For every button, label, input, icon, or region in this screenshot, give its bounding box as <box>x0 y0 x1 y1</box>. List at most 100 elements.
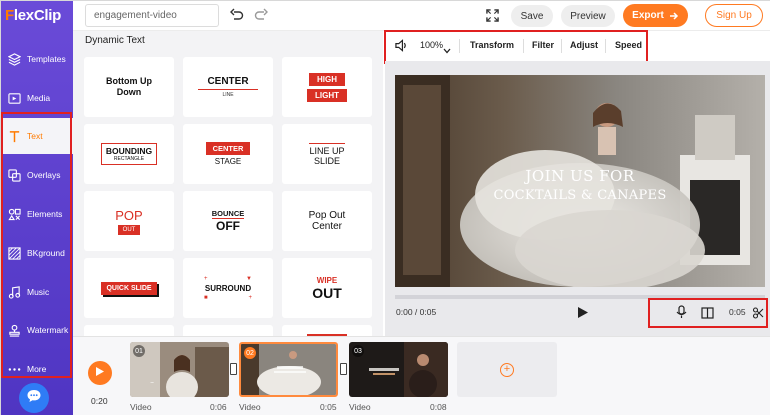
microphone-icon[interactable] <box>676 305 687 324</box>
sidebar-item-more[interactable]: More <box>1 351 73 387</box>
chevron-down-icon <box>443 41 451 59</box>
filter-button[interactable]: Filter <box>532 40 554 50</box>
text-template-card[interactable]: Bottom Up Down <box>84 57 174 117</box>
clip-number: 02 <box>244 347 256 359</box>
zoom-select[interactable]: 100% <box>420 40 443 50</box>
export-button[interactable]: Export <box>623 4 688 27</box>
card-line2: OUT <box>312 284 342 301</box>
clip-length: 0:05 <box>729 307 746 317</box>
transition-icon[interactable] <box>340 363 347 375</box>
fullscreen-icon[interactable] <box>484 7 500 23</box>
timeline-clip[interactable]: ~ 01 <box>130 342 229 397</box>
sidebar-item-overlays[interactable]: Overlays <box>1 157 73 193</box>
surround-decor-top: + ▼ <box>204 275 252 282</box>
text-template-card[interactable]: HIGH LIGHT <box>282 57 372 117</box>
layers-icon <box>7 52 21 66</box>
clip-number: 03 <box>352 345 364 357</box>
sidebar-item-bkground[interactable]: BKground <box>1 235 73 271</box>
volume-icon[interactable] <box>395 39 408 57</box>
card-line1: QUICK SLIDE <box>101 281 157 295</box>
timeline-clip[interactable]: 03 <box>349 342 448 397</box>
card-line1: Pop Out <box>308 210 346 221</box>
text-template-card[interactable]: BOUNCE OFF <box>183 191 273 251</box>
timeline-play-button[interactable] <box>88 361 112 385</box>
card-line2: LIGHT <box>307 88 347 102</box>
panel-title: Dynamic Text <box>85 35 145 46</box>
toolbar-divider <box>523 39 524 53</box>
sidebar-item-media[interactable]: Media <box>1 80 73 116</box>
sidebar-item-templates[interactable]: Templates <box>1 41 73 77</box>
watermark-icon <box>7 323 21 337</box>
card-line2: STAGE <box>214 157 242 166</box>
text-template-card[interactable]: LINE UP SLIDE <box>282 124 372 184</box>
sidebar-item-text[interactable]: Text <box>1 118 73 154</box>
undo-icon[interactable] <box>229 7 245 23</box>
surround-decor-bottom: ■ + <box>204 294 252 301</box>
card-line1: HIGH <box>309 72 345 86</box>
save-button[interactable]: Save <box>511 5 553 27</box>
text-template-card[interactable] <box>84 325 174 336</box>
preview-toolbar: 100% Transform Filter Adjust Speed <box>385 31 770 61</box>
text-template-card[interactable]: QUICK SLIDE <box>84 258 174 318</box>
elements-icon <box>7 207 21 221</box>
text-template-card[interactable]: BOUNDING RECTANGLE <box>84 124 174 184</box>
card-line2: OFF <box>216 219 240 233</box>
transform-button[interactable]: Transform <box>470 40 514 50</box>
speed-button[interactable]: Speed <box>615 40 642 50</box>
sidebar-item-label: Music <box>27 287 50 297</box>
text-template-card[interactable]: CENTER LINE <box>183 57 273 117</box>
more-icon <box>7 362 21 376</box>
clip-number: 01 <box>133 345 145 357</box>
play-icon <box>95 364 105 382</box>
media-icon <box>7 91 21 105</box>
card-line2: LINE <box>222 92 234 99</box>
timeline-total-time: 0:20 <box>91 396 108 406</box>
overlay-line2: COCKTAILS & CANAPES <box>493 188 667 203</box>
card-line2: SLIDE <box>313 155 340 166</box>
scissors-icon[interactable] <box>752 306 764 324</box>
video-preview[interactable]: JOIN US FOR COCKTAILS & CANAPES <box>395 75 765 287</box>
music-icon <box>7 285 21 299</box>
project-name-input[interactable] <box>85 4 219 27</box>
preview-button[interactable]: Preview <box>561 5 615 27</box>
card-line2: Down <box>116 87 142 97</box>
card-line2: OUT <box>117 224 141 235</box>
sidebar-item-label: Text <box>27 131 43 141</box>
top-bar: Save Preview Export Sign Up <box>73 1 770 31</box>
playback-progress-bar[interactable] <box>395 295 765 299</box>
sidebar: FlexClip Templates Media Text Overlays E… <box>1 1 73 415</box>
timeline-clip-selected[interactable]: 02 <box>239 342 338 397</box>
chat-button[interactable] <box>19 383 49 413</box>
text-template-card[interactable]: WIPE OUT <box>282 258 372 318</box>
background-icon <box>7 246 21 260</box>
signup-button[interactable]: Sign Up <box>705 4 763 27</box>
redo-icon[interactable] <box>253 7 269 23</box>
sidebar-item-label: Elements <box>27 209 63 219</box>
adjust-button[interactable]: Adjust <box>570 40 598 50</box>
save-label: Save <box>520 10 544 22</box>
text-template-card[interactable]: CENTER STAGE <box>183 124 273 184</box>
text-template-card[interactable] <box>183 325 273 336</box>
clip-duration: 0:06 <box>210 402 227 412</box>
card-line1: CENTER <box>205 142 251 155</box>
card-line2: RECTANGLE <box>113 156 145 162</box>
toolbar-divider <box>605 39 606 53</box>
sidebar-item-music[interactable]: Music <box>1 274 73 310</box>
text-template-card[interactable]: + ▼ SURROUND ■ + <box>183 258 273 318</box>
card-line1: SURROUND <box>204 283 252 293</box>
transition-icon[interactable] <box>230 363 237 375</box>
play-icon[interactable] <box>577 306 589 324</box>
sidebar-item-label: Media <box>27 93 51 103</box>
toolbar-divider <box>459 39 460 53</box>
text-template-card[interactable] <box>282 325 372 336</box>
export-label: Export <box>632 10 664 21</box>
card-line1: BOUNCE <box>211 209 245 219</box>
add-clip-button[interactable]: + <box>457 342 557 397</box>
card-line1: LINE UP <box>309 142 345 156</box>
text-template-card[interactable]: Pop Out Center <box>282 191 372 251</box>
sidebar-item-elements[interactable]: Elements <box>1 196 73 232</box>
sidebar-item-watermark[interactable]: Watermark <box>1 312 73 348</box>
split-icon[interactable] <box>701 306 714 324</box>
text-template-card[interactable]: POP OUT <box>84 191 174 251</box>
clip-type-label: Video <box>130 402 152 412</box>
